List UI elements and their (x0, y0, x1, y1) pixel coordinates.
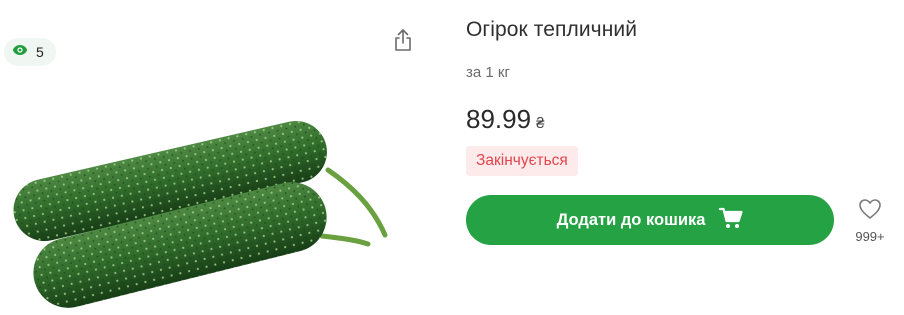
product-unit: за 1 кг (466, 64, 510, 81)
share-icon (393, 28, 413, 57)
stock-status-badge: Закінчується (466, 146, 578, 176)
product-title: Огірок тепличний (466, 18, 638, 41)
favorite-button[interactable]: 999+ (848, 198, 892, 244)
heart-icon (858, 198, 882, 225)
currency-symbol: ₴ (536, 115, 545, 132)
add-to-cart-label: Додати до кошика (556, 210, 706, 229)
cart-icon (719, 207, 744, 234)
product-price: 89.99 ₴ (466, 104, 544, 135)
favorite-count: 999+ (855, 229, 885, 244)
views-badge: 5 (4, 38, 56, 66)
price-value: 89.99 (466, 104, 532, 134)
product-image (0, 70, 400, 310)
views-count: 5 (36, 44, 44, 60)
add-to-cart-button[interactable]: Додати до кошика (466, 195, 834, 245)
share-button[interactable] (388, 26, 418, 58)
eye-icon (12, 43, 28, 61)
